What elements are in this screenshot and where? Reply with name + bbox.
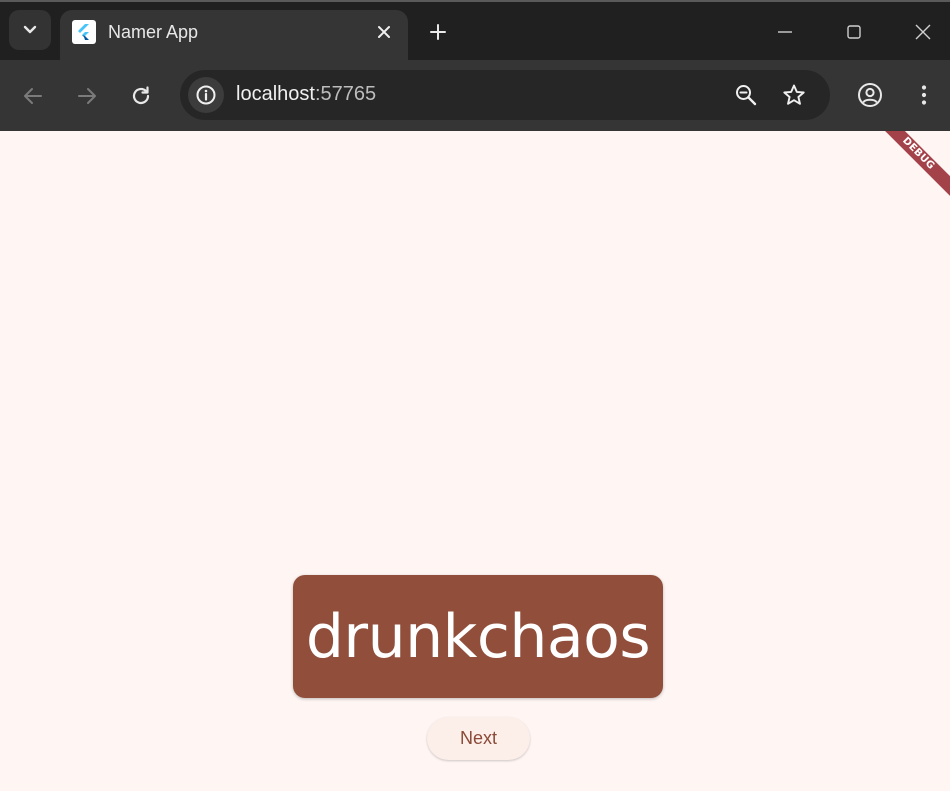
tab-strip: Namer App: [0, 0, 950, 62]
forward-button[interactable]: [73, 82, 101, 110]
tab-namer-app[interactable]: Namer App: [60, 10, 408, 62]
back-button[interactable]: [19, 82, 47, 110]
more-vert-icon: [921, 85, 927, 105]
flutter-logo-icon: [72, 20, 96, 44]
star-icon: [783, 84, 805, 105]
tab-title: Namer App: [108, 22, 199, 42]
debug-banner: DEBUG: [870, 131, 950, 202]
app-viewport: DEBUG drunkchaos Next: [0, 131, 950, 791]
browser-menu-button[interactable]: [910, 81, 938, 109]
reload-icon: [132, 86, 150, 105]
browser-window: Namer App localhost:57765 DEBUG drunkcha…: [0, 0, 950, 791]
url-text: localhost:57765: [236, 83, 376, 106]
bookmark-button[interactable]: [780, 81, 808, 109]
account-icon: [858, 83, 882, 107]
address-bar[interactable]: localhost:57765: [180, 70, 830, 120]
reload-button[interactable]: [127, 82, 155, 110]
minimize-button[interactable]: [771, 18, 799, 46]
maximize-button[interactable]: [840, 18, 868, 46]
word-pair-card: drunkchaos: [293, 575, 663, 698]
tab-search-button[interactable]: [9, 10, 51, 50]
info-icon: [196, 85, 216, 105]
chevron-down-icon: [23, 25, 37, 34]
new-tab-button[interactable]: [424, 18, 452, 46]
site-info-button[interactable]: [188, 77, 224, 113]
maximize-icon: [847, 25, 861, 39]
next-button[interactable]: Next: [427, 717, 530, 760]
zoom-out-icon: [736, 85, 757, 106]
close-icon: [915, 24, 931, 40]
close-window-button[interactable]: [909, 18, 937, 46]
plus-icon: [430, 24, 446, 40]
url-port: :57765: [314, 83, 377, 105]
profile-button[interactable]: [856, 81, 884, 109]
tab-close-button[interactable]: [372, 20, 396, 44]
close-icon: [378, 26, 390, 38]
word-pair-text: drunkchaos: [305, 601, 651, 672]
arrow-left-icon: [24, 88, 42, 104]
browser-toolbar: localhost:57765: [0, 60, 950, 131]
arrow-right-icon: [78, 88, 96, 104]
url-host: localhost: [236, 83, 315, 105]
zoom-button[interactable]: [732, 81, 760, 109]
minimize-icon: [778, 31, 792, 33]
